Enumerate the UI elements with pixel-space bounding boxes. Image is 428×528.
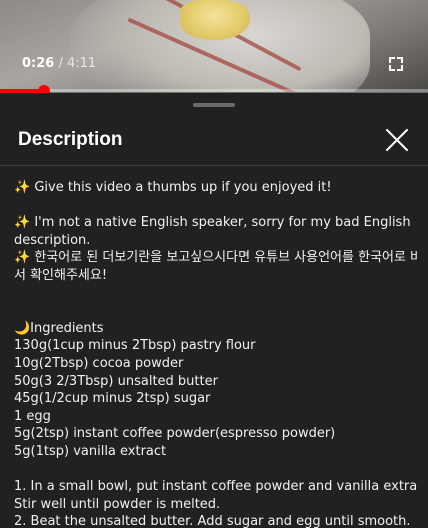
ingredient-item: 5g(2tsp) instant coffee powder(espresso … [14,426,336,442]
time-separator: / [54,56,67,71]
description-text: ✨ Give this video a thumbs up if you enj… [14,179,418,528]
intro-line: description. [14,232,91,248]
intro-line: ✨ I'm not a native English speaker, sorr… [14,215,411,231]
panel-title: Description [18,129,123,150]
close-icon[interactable] [385,128,409,152]
ingredient-item: 1 egg [14,408,51,424]
divider [0,165,428,166]
ingredient-item: 5g(1tsp) vanilla extract [14,443,167,459]
time-display: 0:26 / 4:11 [22,56,96,71]
intro-line: 서 확인해주세요! [14,267,108,283]
ingredient-item: 130g(1cup minus 2Tbsp) pastry flour [14,338,256,354]
fullscreen-icon[interactable] [387,55,405,73]
step-line: 1. In a small bowl, put instant coffee p… [14,479,418,495]
description-sheet: Description ✨ Give this video a thumbs u… [0,93,428,528]
video-frame-butter [180,0,250,40]
step-line: 2. Beat the unsalted butter. Add sugar a… [14,514,411,528]
duration: 4:11 [67,56,97,71]
intro-line: ✨ Give this video a thumbs up if you enj… [14,180,332,195]
video-player[interactable]: 0:26 / 4:11 [0,0,428,92]
ingredient-item: 45g(1/2cup minus 2tsp) sugar [14,391,211,407]
drag-handle[interactable] [193,103,235,107]
ingredient-item: 10g(2Tbsp) cocoa powder [14,355,184,371]
current-time: 0:26 [22,56,55,71]
ingredients-heading: 🌙Ingredients [14,320,104,336]
step-line: Stir well until powder is melted. [14,496,221,512]
ingredient-item: 50g(3 2/3Tbsp) unsalted butter [14,373,218,389]
intro-line: ✨ 한국어로 된 더보기란을 보고싶으시다면 유튜브 사용언어를 한국어로 바꿔 [14,250,418,266]
